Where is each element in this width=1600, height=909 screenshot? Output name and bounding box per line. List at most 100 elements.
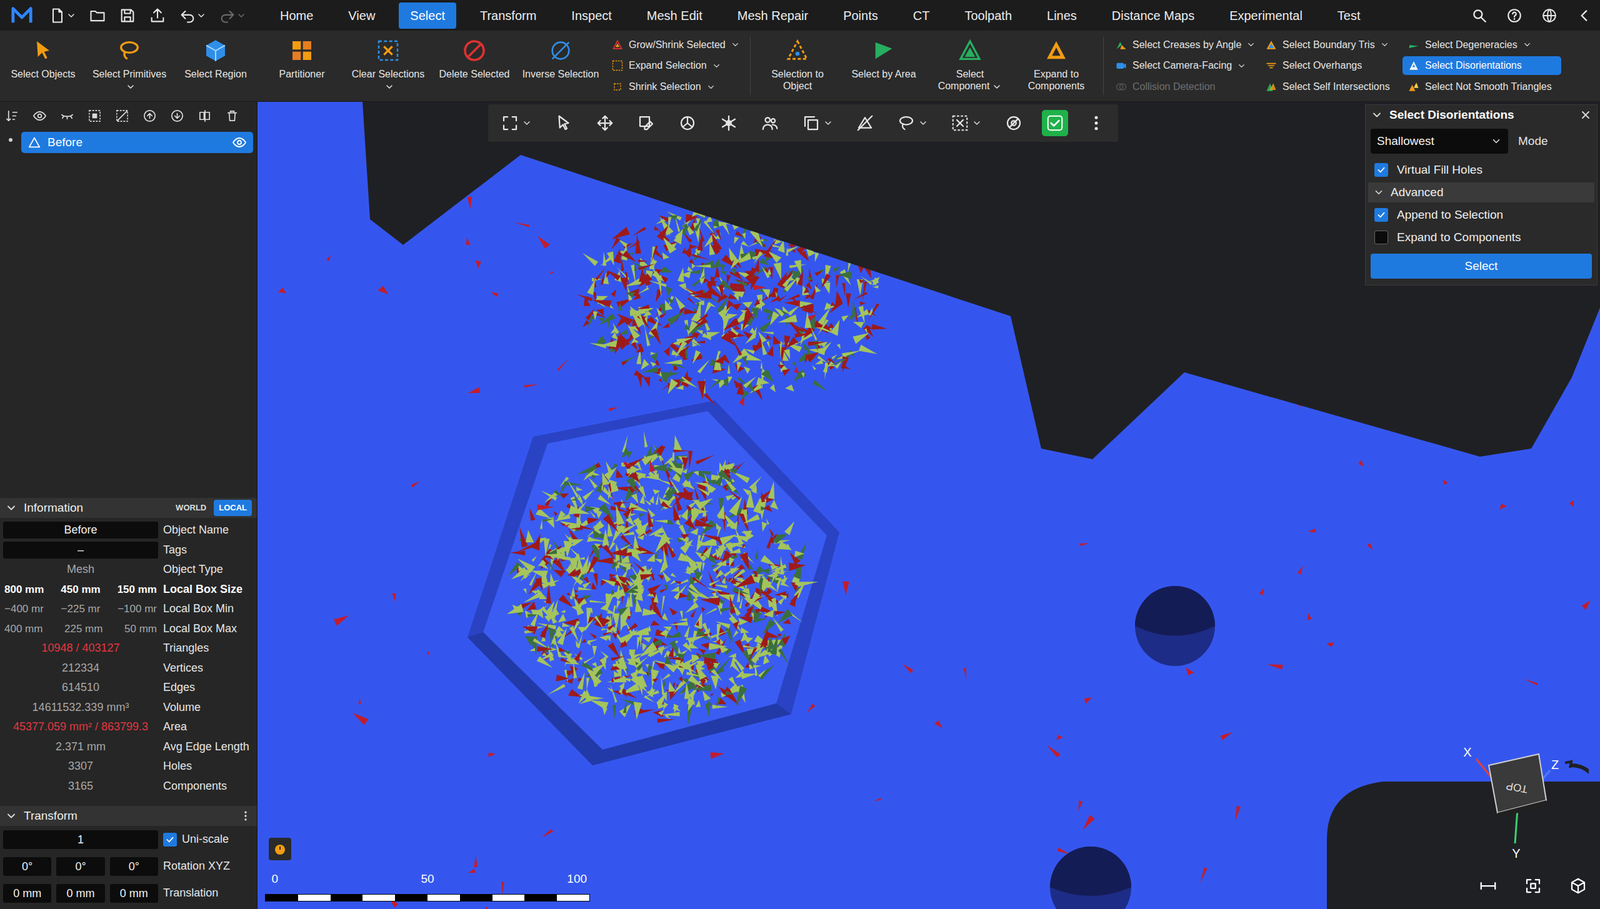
ribbon-button[interactable]: Select Primitives [86, 30, 173, 102]
dropdown-caret-icon[interactable] [991, 81, 1002, 92]
tool-icon[interactable] [611, 38, 624, 52]
quick-tool[interactable] [218, 6, 247, 25]
undo-icon[interactable] [178, 6, 197, 25]
dropdown-caret-icon[interactable] [521, 118, 532, 129]
checkbox[interactable] [1374, 230, 1389, 245]
button-label[interactable]: Select Self Intersections [1282, 79, 1390, 95]
ribbon-tab[interactable]: Mesh Edit [635, 2, 714, 29]
option-label[interactable]: Virtual Fill Holes [1396, 161, 1483, 180]
button-label[interactable]: Select Disorientations [1425, 58, 1522, 74]
tool-icon[interactable] [1407, 59, 1420, 72]
collapse-icon[interactable] [1576, 7, 1593, 24]
ribbon-button[interactable]: Shrink Selection [606, 77, 744, 97]
tool-icon[interactable] [30, 38, 56, 64]
ribbon-button[interactable]: Select Objects [0, 30, 87, 102]
button-label[interactable]: Selection to Object [771, 68, 824, 92]
viewport-tool[interactable] [1000, 110, 1027, 137]
dropdown-caret-icon[interactable] [236, 10, 247, 21]
viewport-tool[interactable] [893, 110, 932, 137]
move-up-icon[interactable] [142, 108, 157, 124]
no-entry-icon[interactable] [1004, 113, 1024, 133]
ribbon-tab[interactable]: Mesh Repair [726, 2, 820, 29]
quick-tool[interactable] [48, 6, 77, 25]
tool-icon[interactable] [203, 38, 229, 64]
dropdown-caret-icon[interactable] [706, 82, 716, 92]
lasso-icon[interactable] [896, 113, 916, 133]
button-label[interactable]: Expand to Components [1028, 68, 1085, 92]
tool-icon[interactable] [1043, 38, 1069, 64]
tool-icon[interactable] [375, 38, 401, 64]
tool-icon[interactable] [1115, 38, 1128, 52]
button-label[interactable]: Collision Detection [1132, 79, 1216, 95]
visibility-icon[interactable] [231, 135, 247, 150]
people-icon[interactable] [760, 113, 780, 133]
expand-icon[interactable] [5, 810, 18, 823]
dropdown-caret-icon[interactable] [66, 10, 77, 21]
delete-icon[interactable] [225, 108, 240, 124]
tool-icon[interactable] [1115, 59, 1128, 72]
dropdown-caret-icon[interactable] [1490, 135, 1502, 147]
ribbon-button[interactable]: Select Creases by Angle [1110, 35, 1255, 55]
dropdown-caret-icon[interactable] [918, 118, 929, 129]
info-value[interactable]: Before [3, 521, 159, 539]
expand-icon[interactable] [1370, 108, 1384, 122]
move-icon[interactable] [595, 113, 615, 133]
ribbon-button[interactable]: Partitioner [258, 30, 345, 102]
button-label[interactable]: Inverse Selection [522, 68, 600, 80]
tool-icon[interactable] [871, 38, 897, 64]
move-down-icon[interactable] [170, 108, 185, 124]
advanced-header[interactable]: Advanced [1368, 182, 1595, 203]
ribbon-button[interactable]: Select Disorientations [1402, 56, 1562, 75]
button-label[interactable]: Partitioner [279, 68, 325, 80]
tool-icon[interactable] [1265, 59, 1278, 72]
box-select-icon[interactable] [950, 113, 970, 133]
ribbon-button[interactable]: Select Camera-Facing [1110, 56, 1255, 75]
deselect-icon[interactable] [115, 108, 130, 124]
edit-icon[interactable] [636, 113, 656, 133]
orientation-cube[interactable]: XZYTOP [1457, 740, 1589, 864]
number-field[interactable]: 0 mm [3, 884, 52, 904]
option-row[interactable]: Append to Selection [1370, 203, 1592, 227]
option-row[interactable]: Expand to Components [1370, 226, 1592, 249]
viewport-tool[interactable] [591, 110, 619, 137]
language-icon[interactable] [1541, 7, 1558, 24]
ribbon-button[interactable]: Collision Detection [1110, 77, 1255, 97]
viewport-tool[interactable] [1041, 110, 1069, 137]
ribbon-button[interactable]: Select by Area [840, 30, 927, 102]
option-label[interactable]: Append to Selection [1396, 206, 1504, 225]
tool-icon[interactable] [611, 59, 624, 72]
viewport-tool[interactable] [798, 110, 837, 137]
option-row[interactable]: Virtual Fill Holes [1370, 158, 1592, 182]
ribbon-tab[interactable]: Test [1326, 2, 1372, 29]
ribbon-button[interactable]: Select Overhangs [1260, 56, 1398, 75]
button-label[interactable]: Select by Area [851, 68, 916, 80]
tree-item[interactable]: Before [21, 131, 254, 154]
number-field[interactable]: 0 mm [56, 884, 105, 904]
number-field[interactable]: 0° [110, 857, 159, 877]
viewport-tool[interactable] [756, 110, 784, 137]
file-menu-icon[interactable] [48, 6, 67, 25]
ribbon-button[interactable]: Delete Selected [431, 30, 518, 102]
button-label[interactable]: Select Primitives [92, 68, 167, 80]
dropdown-caret-icon[interactable] [1236, 61, 1247, 71]
ribbon-tab[interactable]: View [336, 2, 387, 29]
hide-icon[interactable] [855, 113, 875, 133]
dropdown-caret-icon[interactable] [823, 118, 834, 129]
viewport-tool[interactable] [851, 110, 879, 137]
number-field[interactable]: 0° [56, 857, 105, 877]
tool-icon[interactable] [461, 38, 487, 64]
number-field[interactable]: 1 [3, 830, 159, 850]
projection-icon[interactable] [1568, 876, 1588, 896]
ribbon-tab[interactable]: Inspect [560, 2, 623, 29]
object-name[interactable]: Before [47, 133, 226, 152]
quick-tool[interactable] [148, 6, 167, 25]
viewport-tool[interactable] [496, 110, 536, 137]
button-label[interactable]: Select Region [184, 68, 247, 80]
dropdown-caret-icon[interactable] [711, 61, 722, 71]
tool-icon[interactable] [785, 38, 810, 64]
quick-tool[interactable] [118, 6, 137, 25]
ribbon-tab[interactable]: Experimental [1218, 2, 1314, 29]
checkbox[interactable] [163, 833, 177, 847]
search-icon[interactable] [1471, 7, 1488, 24]
ribbon-tab[interactable]: Transform [468, 2, 548, 29]
